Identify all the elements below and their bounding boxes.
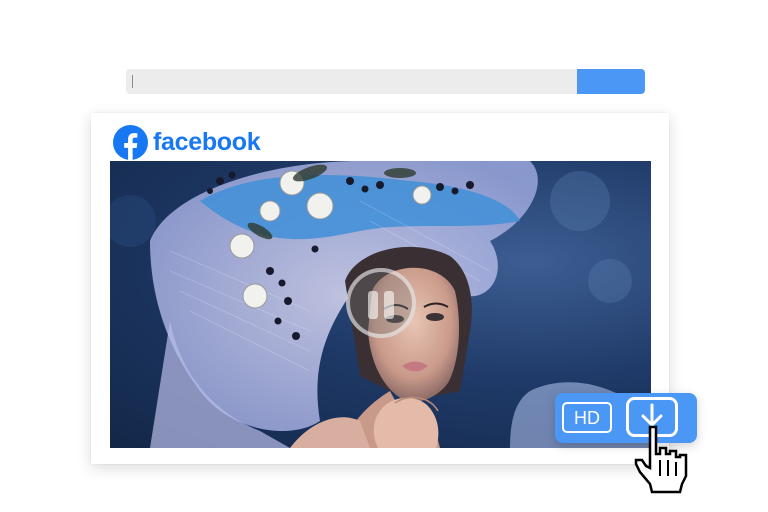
pause-icon xyxy=(368,291,378,319)
pause-button[interactable] xyxy=(346,268,416,338)
text-caret xyxy=(132,75,133,88)
hd-quality-button[interactable]: HD xyxy=(562,402,612,433)
url-bar xyxy=(126,69,645,94)
facebook-wordmark: facebook xyxy=(153,127,261,156)
pause-icon-bar xyxy=(384,291,394,319)
url-submit-button[interactable] xyxy=(577,69,645,94)
facebook-logo: facebook xyxy=(113,124,261,160)
url-input[interactable] xyxy=(126,69,577,94)
hand-cursor-icon xyxy=(634,425,688,494)
facebook-icon xyxy=(113,124,148,160)
